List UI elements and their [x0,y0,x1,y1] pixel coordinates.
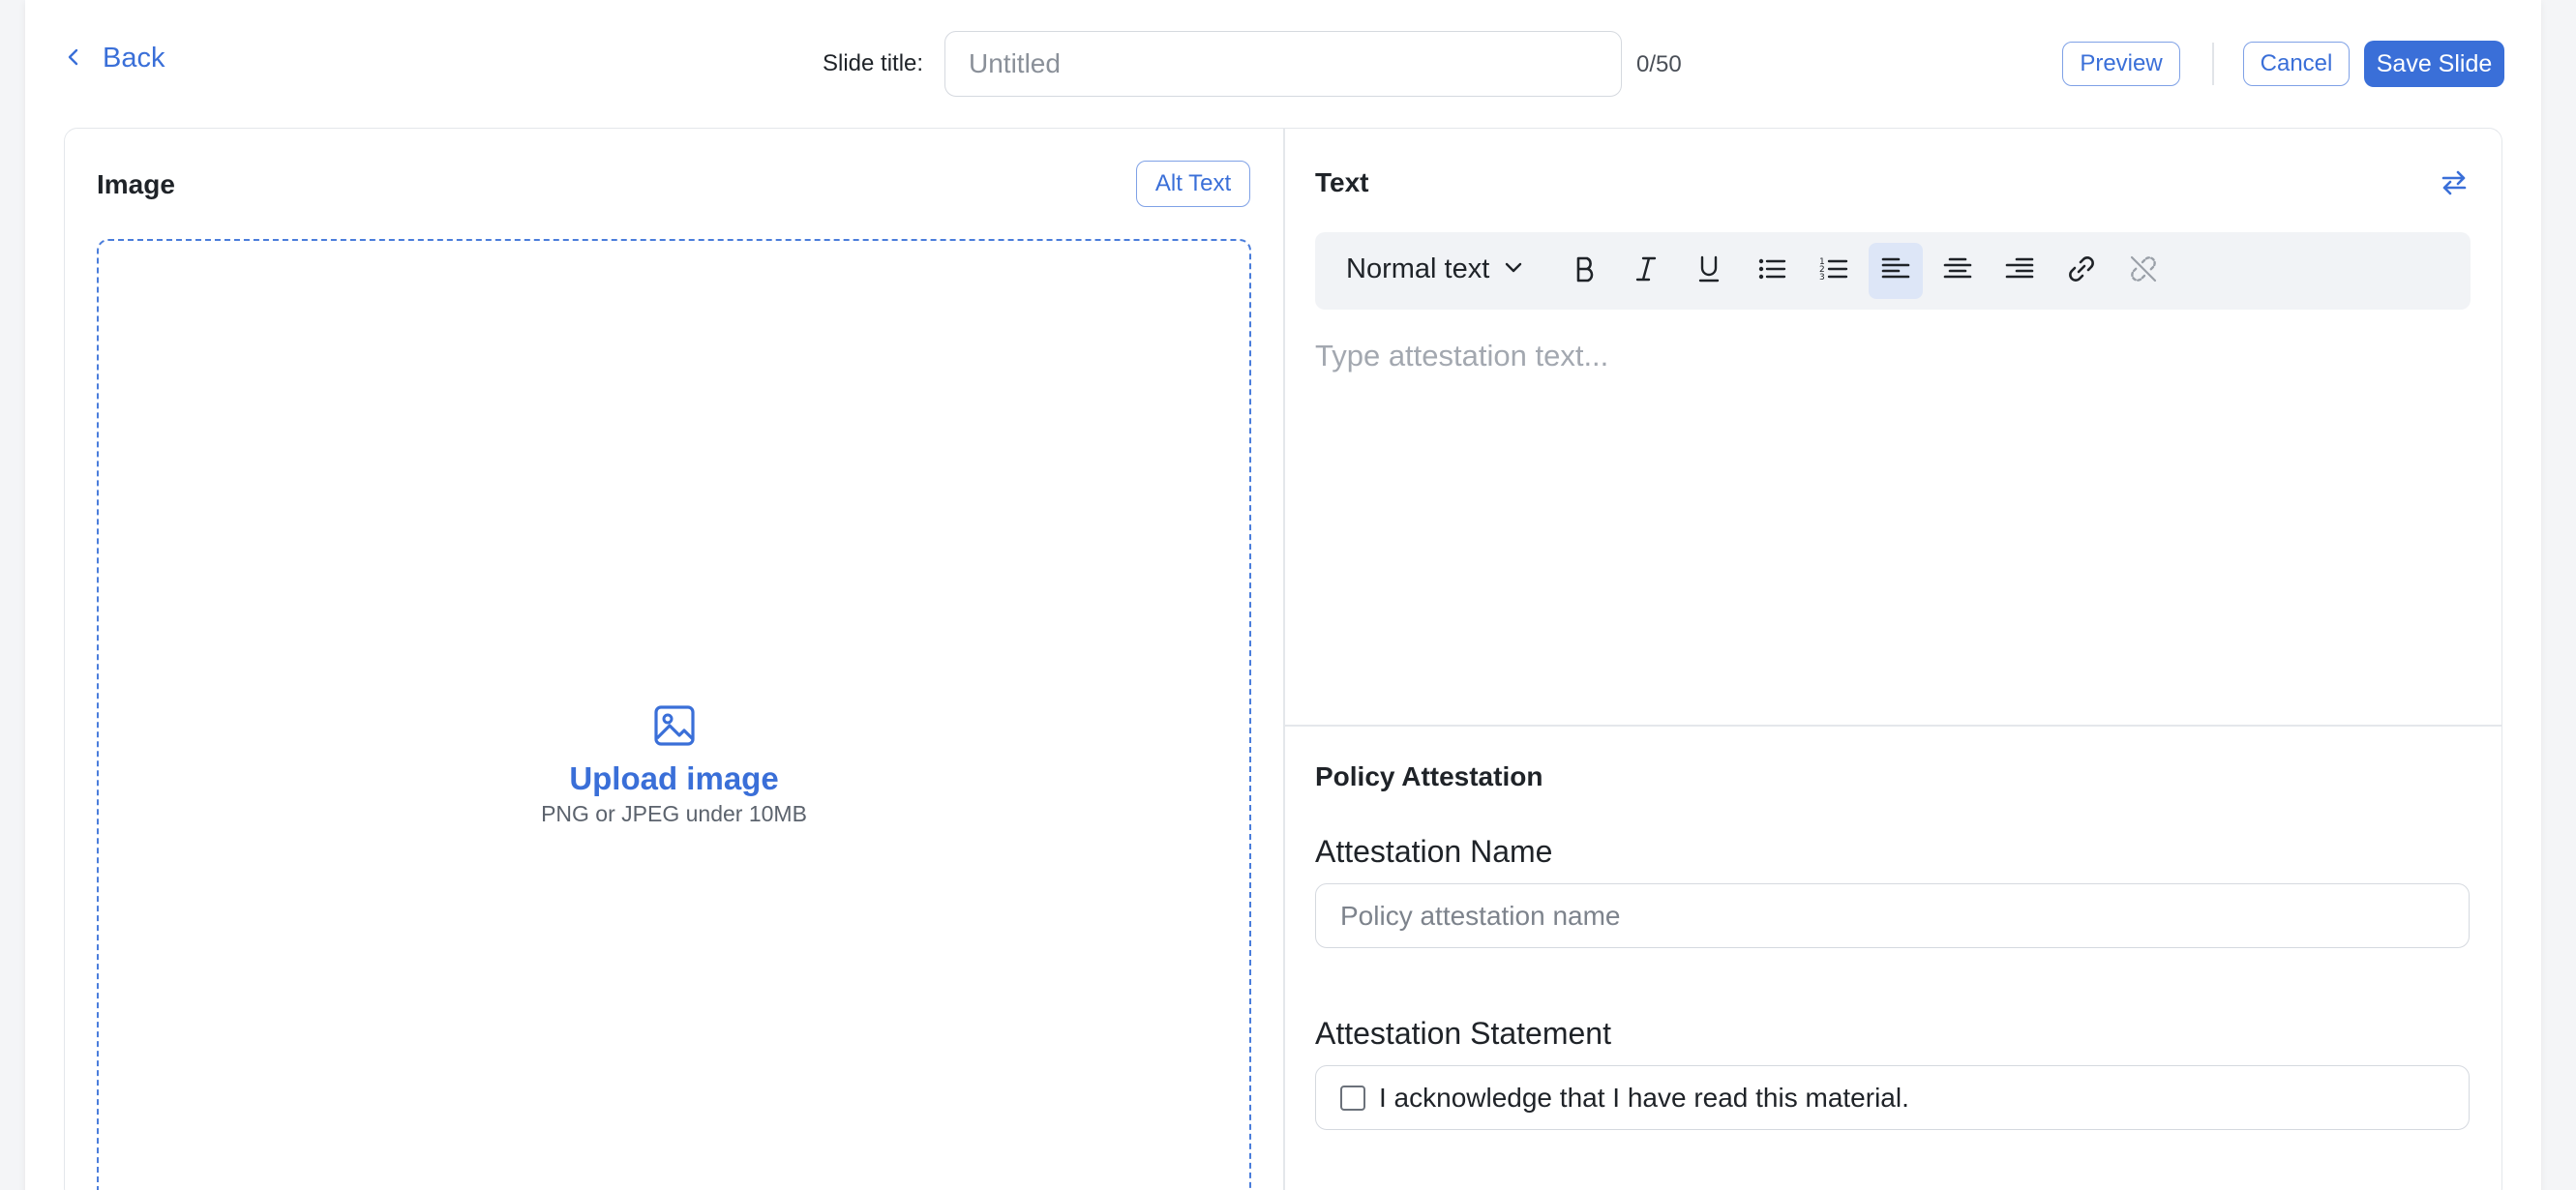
text-style-label: Normal text [1346,253,1490,284]
slide-title-label: Slide title: [823,50,924,76]
attestation-name-label: Attestation Name [1315,834,1553,869]
chevron-left-icon [64,43,83,74]
bullet-list-icon [1755,253,1788,290]
swap-arrows-icon[interactable] [2440,168,2469,197]
underline-button[interactable] [1682,243,1736,299]
align-center-icon [1941,253,1974,290]
back-label: Back [103,43,165,74]
image-pane-title: Image [97,169,175,199]
text-style-dropdown[interactable]: Normal text [1346,253,1524,285]
cancel-button[interactable]: Cancel [2243,42,2350,86]
policy-attestation-title: Policy Attestation [1315,761,1543,791]
bullet-list-button[interactable] [1745,243,1799,299]
pane-divider [1283,128,1285,1190]
text-pane-title: Text [1315,167,1369,197]
svg-text:3: 3 [1819,273,1825,283]
italic-icon [1630,253,1662,290]
alt-text-button[interactable]: Alt Text [1136,161,1250,207]
back-link[interactable]: Back [64,43,165,74]
align-right-button[interactable] [1992,243,2047,299]
upload-hint: PNG or JPEG under 10MB [541,801,807,826]
numbered-list-button[interactable]: 1 2 3 [1807,243,1861,299]
link-button[interactable] [2054,243,2109,299]
numbered-list-icon: 1 2 3 [1817,253,1850,290]
acknowledge-checkbox[interactable] [1340,1085,1365,1111]
attestation-text-editor[interactable]: Type attestation text... [1315,339,2471,706]
chevron-down-icon [1503,253,1524,285]
attestation-name-input[interactable] [1315,883,2470,948]
align-left-button[interactable] [1869,243,1923,299]
editor-placeholder: Type attestation text... [1315,339,1609,372]
bold-icon [1569,253,1602,290]
align-left-icon [1879,253,1912,290]
align-center-button[interactable] [1931,243,1985,299]
align-right-icon [2003,253,2036,290]
unlink-icon [2127,253,2160,290]
attestation-statement-field: I acknowledge that I have read this mate… [1315,1065,2470,1130]
attestation-statement-label: Attestation Statement [1315,1016,1611,1051]
top-bar: Back Slide title: 0/50 Preview Cancel Sa… [0,0,2576,126]
char-count: 0/50 [1636,51,1682,77]
attestation-statement-text: I acknowledge that I have read this mate… [1379,1082,1909,1113]
underline-icon [1692,253,1725,290]
save-slide-button[interactable]: Save Slide [2364,41,2504,87]
slide-title-input[interactable] [944,31,1622,97]
header-divider [2212,43,2214,85]
image-icon [653,704,696,747]
upload-image-link[interactable]: Upload image [484,760,864,797]
preview-button[interactable]: Preview [2062,42,2180,86]
unlink-button[interactable] [2116,243,2171,299]
italic-button[interactable] [1619,243,1673,299]
section-divider [1284,725,2501,727]
bold-button[interactable] [1558,243,1612,299]
link-icon [2065,253,2098,290]
